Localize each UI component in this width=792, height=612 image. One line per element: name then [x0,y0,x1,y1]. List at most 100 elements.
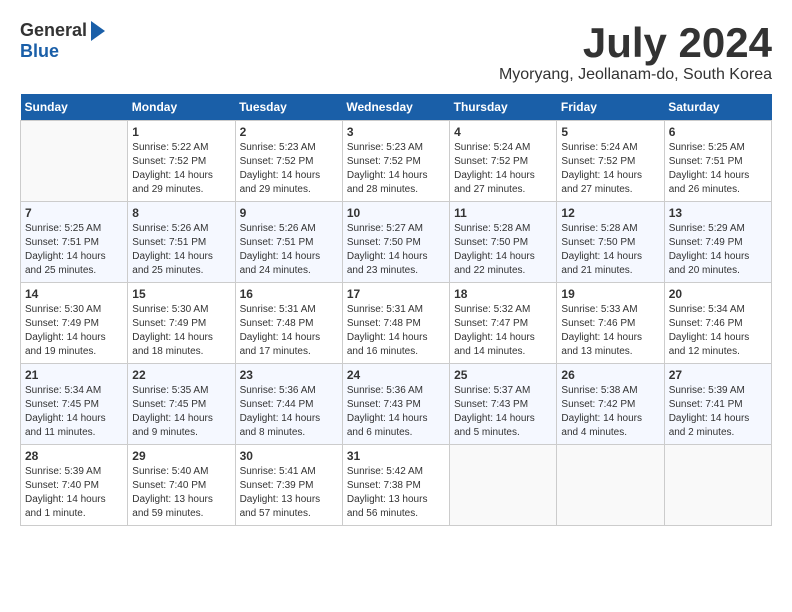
day-info: Sunrise: 5:26 AM Sunset: 7:51 PM Dayligh… [132,222,230,278]
calendar-cell: 28Sunrise: 5:39 AM Sunset: 7:40 PM Dayli… [21,445,128,526]
location-text: Myoryang, Jeollanam-do, South Korea [499,66,772,84]
logo-arrow-icon [91,21,105,41]
day-info: Sunrise: 5:41 AM Sunset: 7:39 PM Dayligh… [240,465,338,521]
day-number: 27 [669,368,767,382]
day-info: Sunrise: 5:39 AM Sunset: 7:41 PM Dayligh… [669,384,767,440]
calendar-week-row: 21 Sunrise: 5:34 AM Sunset: 7:45 PM Dayli… [21,364,772,445]
day-number: 10 [347,206,445,220]
day-number: 11 [454,206,552,220]
day-number: 20 [669,287,767,301]
day-number: 9 [240,206,338,220]
column-header-friday: Friday [557,94,664,121]
day-number: 6 [669,125,767,139]
logo: General Blue [20,20,105,62]
day-info: Sunrise: 5:31 AM Sunset: 7:48 PM Dayligh… [240,303,338,359]
day-number: 25 [454,368,552,382]
day-number: 22 [132,368,230,382]
day-number: 21 [25,368,123,382]
calendar-cell: 4 Sunrise: 5:24 AM Sunset: 7:52 PM Daylig… [450,121,557,202]
calendar-cell [557,445,664,526]
calendar-cell: 18Sunrise: 5:32 AM Sunset: 7:47 PM Dayli… [450,283,557,364]
calendar-cell: 13 Sunrise: 5:29 AM Sunset: 7:49 PM Dayli… [664,202,771,283]
calendar-header-row: SundayMondayTuesdayWednesdayThursdayFrid… [21,94,772,121]
day-info: Sunrise: 5:31 AM Sunset: 7:48 PM Dayligh… [347,303,445,359]
month-title: July 2024 [499,20,772,66]
calendar-cell: 26Sunrise: 5:38 AM Sunset: 7:42 PM Dayli… [557,364,664,445]
column-header-tuesday: Tuesday [235,94,342,121]
column-header-saturday: Saturday [664,94,771,121]
day-info: Sunrise: 5:24 AM Sunset: 7:52 PM Dayligh… [561,141,659,197]
calendar-cell: 27 Sunrise: 5:39 AM Sunset: 7:41 PM Dayli… [664,364,771,445]
calendar-cell: 5 Sunrise: 5:24 AM Sunset: 7:52 PM Daylig… [557,121,664,202]
calendar-cell: 22 Sunrise: 5:35 AM Sunset: 7:45 PM Dayli… [128,364,235,445]
day-number: 24 [347,368,445,382]
day-info: Sunrise: 5:34 AM Sunset: 7:46 PM Dayligh… [669,303,767,359]
page-header: General Blue July 2024 Myoryang, Jeollan… [20,20,772,84]
day-number: 30 [240,449,338,463]
day-number: 13 [669,206,767,220]
calendar-cell: 1Sunrise: 5:22 AM Sunset: 7:52 PM Daylig… [128,121,235,202]
calendar-cell: 3 Sunrise: 5:23 AM Sunset: 7:52 PM Daylig… [342,121,449,202]
day-info: Sunrise: 5:24 AM Sunset: 7:52 PM Dayligh… [454,141,552,197]
calendar-cell [450,445,557,526]
calendar-cell: 25Sunrise: 5:37 AM Sunset: 7:43 PM Dayli… [450,364,557,445]
calendar-cell: 19 Sunrise: 5:33 AM Sunset: 7:46 PM Dayli… [557,283,664,364]
day-number: 4 [454,125,552,139]
day-info: Sunrise: 5:25 AM Sunset: 7:51 PM Dayligh… [669,141,767,197]
day-number: 31 [347,449,445,463]
calendar-table: SundayMondayTuesdayWednesdayThursdayFrid… [20,94,772,526]
calendar-cell: 16 Sunrise: 5:31 AM Sunset: 7:48 PM Dayli… [235,283,342,364]
day-number: 2 [240,125,338,139]
day-number: 19 [561,287,659,301]
calendar-cell: 21 Sunrise: 5:34 AM Sunset: 7:45 PM Dayli… [21,364,128,445]
day-number: 29 [132,449,230,463]
calendar-cell [664,445,771,526]
calendar-cell: 11 Sunrise: 5:28 AM Sunset: 7:50 PM Dayli… [450,202,557,283]
day-info: Sunrise: 5:23 AM Sunset: 7:52 PM Dayligh… [347,141,445,197]
calendar-cell: 10Sunrise: 5:27 AM Sunset: 7:50 PM Dayli… [342,202,449,283]
column-header-thursday: Thursday [450,94,557,121]
calendar-cell: 30 Sunrise: 5:41 AM Sunset: 7:39 PM Dayli… [235,445,342,526]
calendar-cell: 6 Sunrise: 5:25 AM Sunset: 7:51 PM Daylig… [664,121,771,202]
day-info: Sunrise: 5:25 AM Sunset: 7:51 PM Dayligh… [25,222,123,278]
calendar-cell: 9 Sunrise: 5:26 AM Sunset: 7:51 PM Daylig… [235,202,342,283]
calendar-cell: 2Sunrise: 5:23 AM Sunset: 7:52 PM Daylig… [235,121,342,202]
day-number: 5 [561,125,659,139]
calendar-cell: 24 Sunrise: 5:36 AM Sunset: 7:43 PM Dayli… [342,364,449,445]
day-info: Sunrise: 5:28 AM Sunset: 7:50 PM Dayligh… [454,222,552,278]
day-number: 8 [132,206,230,220]
day-info: Sunrise: 5:42 AM Sunset: 7:38 PM Dayligh… [347,465,445,521]
column-header-sunday: Sunday [21,94,128,121]
calendar-cell: 31 Sunrise: 5:42 AM Sunset: 7:38 PM Dayli… [342,445,449,526]
day-number: 3 [347,125,445,139]
day-number: 28 [25,449,123,463]
calendar-cell: 15 Sunrise: 5:30 AM Sunset: 7:49 PM Dayli… [128,283,235,364]
day-info: Sunrise: 5:30 AM Sunset: 7:49 PM Dayligh… [25,303,123,359]
calendar-cell: 8 Sunrise: 5:26 AM Sunset: 7:51 PM Daylig… [128,202,235,283]
calendar-cell [21,121,128,202]
day-info: Sunrise: 5:29 AM Sunset: 7:49 PM Dayligh… [669,222,767,278]
day-number: 15 [132,287,230,301]
day-info: Sunrise: 5:35 AM Sunset: 7:45 PM Dayligh… [132,384,230,440]
day-info: Sunrise: 5:26 AM Sunset: 7:51 PM Dayligh… [240,222,338,278]
calendar-cell: 23Sunrise: 5:36 AM Sunset: 7:44 PM Dayli… [235,364,342,445]
day-info: Sunrise: 5:36 AM Sunset: 7:44 PM Dayligh… [240,384,338,440]
day-number: 16 [240,287,338,301]
day-info: Sunrise: 5:33 AM Sunset: 7:46 PM Dayligh… [561,303,659,359]
logo-general-text: General [20,20,87,41]
calendar-cell: 14 Sunrise: 5:30 AM Sunset: 7:49 PM Dayli… [21,283,128,364]
day-info: Sunrise: 5:28 AM Sunset: 7:50 PM Dayligh… [561,222,659,278]
calendar-cell: 12 Sunrise: 5:28 AM Sunset: 7:50 PM Dayli… [557,202,664,283]
day-info: Sunrise: 5:22 AM Sunset: 7:52 PM Dayligh… [132,141,230,197]
day-number: 14 [25,287,123,301]
day-number: 12 [561,206,659,220]
calendar-week-row: 28Sunrise: 5:39 AM Sunset: 7:40 PM Dayli… [21,445,772,526]
column-header-monday: Monday [128,94,235,121]
title-section: July 2024 Myoryang, Jeollanam-do, South … [499,20,772,84]
day-info: Sunrise: 5:36 AM Sunset: 7:43 PM Dayligh… [347,384,445,440]
day-info: Sunrise: 5:40 AM Sunset: 7:40 PM Dayligh… [132,465,230,521]
calendar-cell: 20 Sunrise: 5:34 AM Sunset: 7:46 PM Dayli… [664,283,771,364]
day-info: Sunrise: 5:30 AM Sunset: 7:49 PM Dayligh… [132,303,230,359]
calendar-cell: 29 Sunrise: 5:40 AM Sunset: 7:40 PM Dayli… [128,445,235,526]
day-info: Sunrise: 5:34 AM Sunset: 7:45 PM Dayligh… [25,384,123,440]
